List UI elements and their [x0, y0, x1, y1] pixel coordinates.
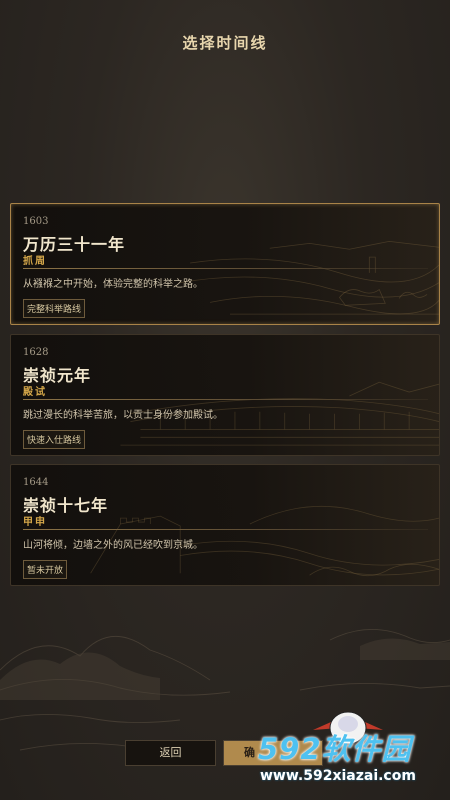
card-divider	[23, 529, 428, 530]
timeline-year: 1644	[23, 477, 49, 488]
watermark-url: www.592xiazai.com	[260, 768, 416, 784]
card-divider	[23, 268, 428, 269]
watermark: 592软件园 www.592xiazai.com	[250, 722, 450, 800]
timeline-subtitle: 甲申	[23, 517, 47, 528]
timeline-card-1603[interactable]: 1603 万历三十一年 抓周 从襁褓之中开始，体验完整的科举之路。 完整科举路线	[10, 203, 440, 325]
timeline-description: 从襁褓之中开始，体验完整的科举之路。	[23, 279, 203, 290]
timeline-description: 山河将倾，边墙之外的风已经吹到京城。	[23, 540, 203, 551]
back-button[interactable]: 返回	[125, 740, 216, 766]
timeline-year: 1628	[23, 347, 49, 358]
timeline-subtitle: 殿试	[23, 387, 47, 398]
page-title: 选择时间线	[182, 34, 268, 52]
route-tag: 完整科举路线	[23, 299, 86, 318]
timeline-card-1628[interactable]: 1628 崇祯元年 殿试 跳过漫长的科举苦旅，以贡士身份参加殿试。 快速入仕路线	[10, 334, 440, 456]
watermark-brand: 592软件园	[258, 732, 412, 766]
route-tag: 快速入仕路线	[23, 430, 86, 449]
timeline-description: 跳过漫长的科举苦旅，以贡士身份参加殿试。	[23, 410, 223, 421]
timeline-year: 1603	[23, 216, 49, 227]
card-divider	[23, 399, 428, 400]
timeline-subtitle: 抓周	[23, 256, 47, 267]
